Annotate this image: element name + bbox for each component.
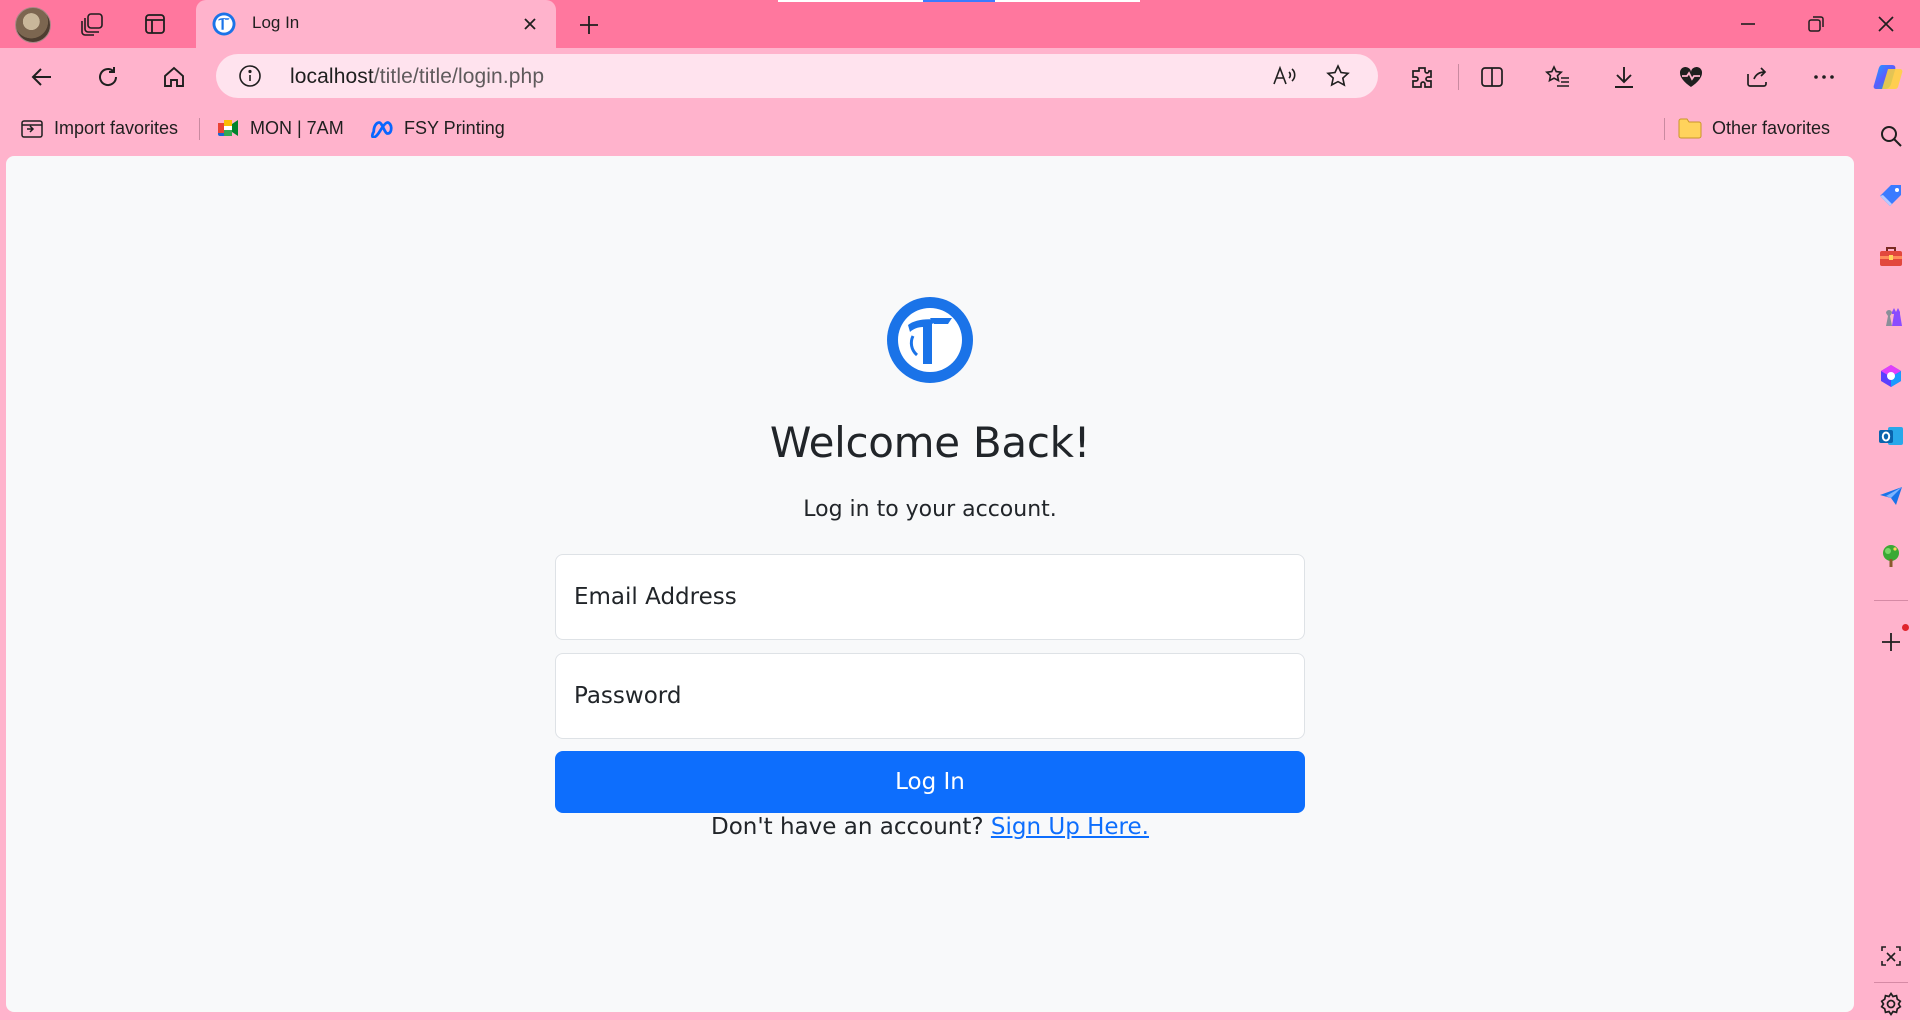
close-tab-icon[interactable]	[518, 12, 542, 36]
split-screen-icon[interactable]	[1474, 59, 1510, 95]
tree-icon[interactable]	[1877, 542, 1905, 570]
url-host: localhost	[290, 65, 374, 88]
hide-sidebar-icon[interactable]	[1877, 942, 1905, 970]
workspaces-icon[interactable]	[78, 10, 106, 38]
page-viewport: Welcome Back! Log in to your account. Lo…	[6, 156, 1854, 1012]
extensions-icon[interactable]	[1404, 59, 1440, 95]
add-icon[interactable]	[1877, 624, 1909, 656]
login-button[interactable]: Log In	[555, 751, 1305, 813]
password-input[interactable]	[556, 654, 1304, 738]
password-field	[555, 653, 1305, 739]
sidebar-separator	[1874, 982, 1908, 983]
more-options-icon[interactable]	[1806, 59, 1842, 95]
page-heading: Welcome Back!	[769, 418, 1091, 467]
read-aloud-icon[interactable]	[1270, 62, 1298, 90]
favorite-label: Import favorites	[54, 117, 179, 138]
favorites-bar: Import favorites MON | 7AM FSY Printing …	[0, 106, 1840, 150]
folder-icon	[1678, 116, 1702, 140]
favorites-list-icon[interactable]	[1540, 59, 1576, 95]
sidebar-separator	[1874, 600, 1908, 601]
favorite-star-icon[interactable]	[1324, 62, 1352, 90]
outlook-icon[interactable]	[1877, 422, 1905, 450]
games-icon[interactable]	[1877, 302, 1905, 330]
minimize-icon[interactable]	[1718, 0, 1778, 48]
tab-strip-marker-active	[923, 0, 995, 2]
toolbar-separator	[1458, 64, 1459, 90]
tab-strip: Log In	[0, 0, 1920, 48]
restore-icon[interactable]	[1786, 0, 1846, 48]
site-logo	[886, 296, 974, 384]
profile-avatar[interactable]	[15, 7, 51, 43]
import-favorites-icon	[20, 116, 44, 140]
email-input[interactable]	[556, 555, 1304, 639]
edge-sidebar	[1862, 106, 1920, 1020]
favorite-mon-7am[interactable]: MON | 7AM	[216, 116, 344, 140]
favorites-separator	[1664, 118, 1665, 140]
microsoft-365-icon[interactable]	[1877, 362, 1905, 390]
search-icon[interactable]	[1877, 122, 1905, 150]
back-icon[interactable]	[24, 59, 60, 95]
favorite-fsy-printing[interactable]: FSY Printing	[370, 116, 505, 140]
copilot-icon[interactable]	[1870, 59, 1906, 95]
url-text[interactable]: localhost/title/title/login.php	[290, 65, 544, 89]
signup-link[interactable]: Sign Up Here.	[991, 814, 1149, 840]
shopping-tag-icon[interactable]	[1877, 182, 1905, 210]
favorite-label: MON | 7AM	[250, 117, 344, 138]
browser-essentials-icon[interactable]	[1673, 59, 1709, 95]
tab-title: Log In	[252, 13, 300, 32]
tab-active[interactable]: Log In	[196, 0, 556, 48]
google-meet-icon	[216, 116, 240, 140]
tools-icon[interactable]	[1877, 242, 1905, 270]
signup-prompt: Don't have an account?	[711, 814, 984, 840]
page-subtitle: Log in to your account.	[803, 497, 1057, 522]
favorites-separator	[199, 118, 200, 140]
address-bar[interactable]: localhost/title/title/login.php	[216, 54, 1378, 98]
site-info-icon[interactable]	[238, 64, 262, 88]
new-tab-icon[interactable]	[574, 10, 604, 40]
tab-actions-icon[interactable]	[141, 10, 169, 38]
other-favorites[interactable]: Other favorites	[1678, 116, 1830, 140]
other-favorites-label: Other favorites	[1712, 117, 1831, 138]
site-favicon-icon	[212, 12, 236, 36]
home-icon[interactable]	[156, 59, 192, 95]
tab-strip-marker	[778, 0, 923, 2]
downloads-icon[interactable]	[1606, 59, 1642, 95]
send-icon[interactable]	[1877, 482, 1905, 510]
favorite-import[interactable]: Import favorites	[20, 116, 178, 140]
favorite-label: FSY Printing	[404, 117, 505, 138]
settings-gear-icon[interactable]	[1877, 990, 1905, 1018]
signup-line: Don't have an account? Sign Up Here.	[6, 814, 1854, 840]
url-path: /title/title/login.php	[373, 65, 545, 88]
notification-dot	[1902, 624, 1909, 631]
meta-icon	[370, 116, 394, 140]
refresh-icon[interactable]	[90, 59, 126, 95]
browser-toolbar: localhost/title/title/login.php	[0, 48, 1920, 106]
close-window-icon[interactable]	[1856, 0, 1916, 48]
share-icon[interactable]	[1739, 59, 1775, 95]
email-field	[555, 554, 1305, 640]
tab-strip-marker	[995, 0, 1140, 2]
